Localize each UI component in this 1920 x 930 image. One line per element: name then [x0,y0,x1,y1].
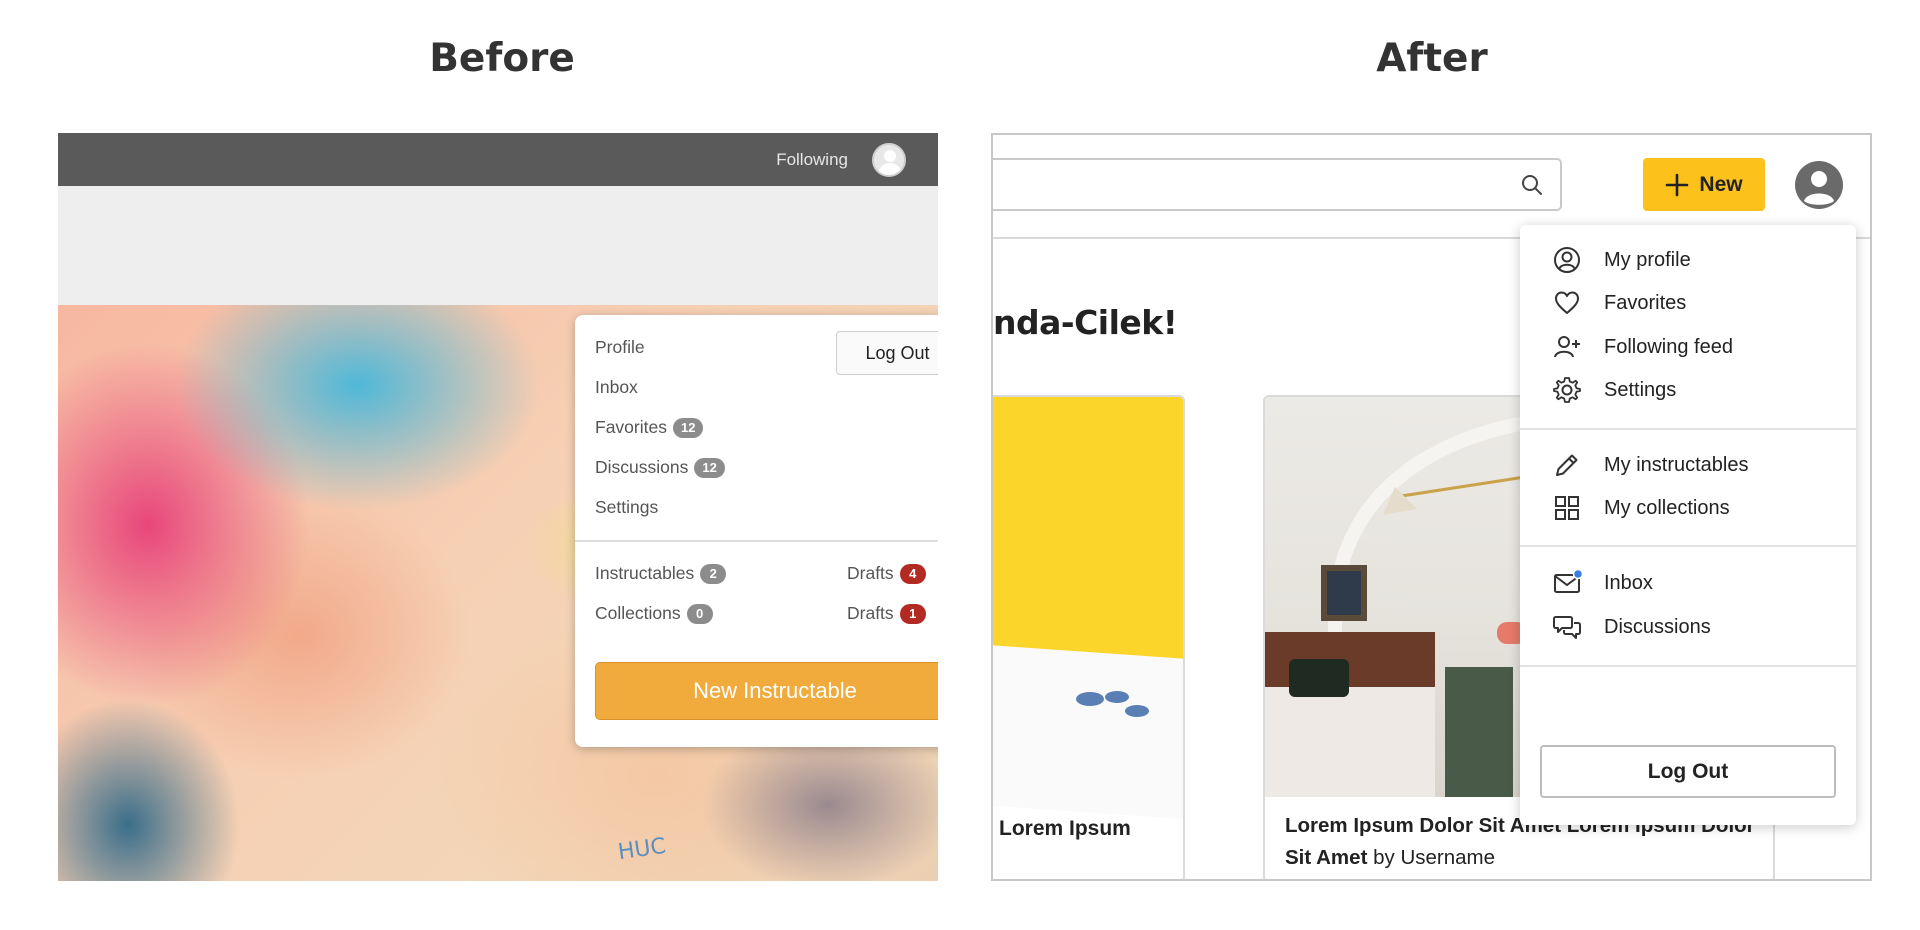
menu-item-inbox[interactable]: Inbox [595,377,638,398]
project-card-image [993,397,1183,821]
favorites-count-badge: 12 [672,417,704,438]
card-illustration [1076,691,1149,717]
menu-divider [1520,665,1856,667]
search-icon[interactable] [1520,173,1544,197]
before-banner [58,186,938,305]
project-card-title[interactable]: Lorem Ipsum [999,817,1131,841]
menu-item-discussions[interactable]: Discussions [1552,612,1711,642]
instructables-count-badge: 2 [700,563,727,584]
notification-dot-icon [1572,568,1582,580]
envelope-icon [1554,568,1582,593]
user-plus-icon [1554,336,1580,358]
search-input[interactable] [993,158,1562,211]
after-user-menu: My profile Favorites Following feed Sett… [1520,225,1856,825]
menu-item-my-instructables[interactable]: My instructables [1552,450,1749,480]
menu-item-following-feed[interactable]: Following feed [1552,332,1733,362]
avatar-button[interactable] [872,143,906,177]
menu-item-profile[interactable]: Profile [595,337,645,358]
gear-icon [1553,377,1581,403]
following-link[interactable]: Following [776,150,848,170]
menu-item-instructables[interactable]: Instructables 2 [595,563,727,584]
avatar-icon [884,150,896,162]
menu-item-my-profile[interactable]: My profile [1552,245,1691,275]
instructable-drafts-badge: 4 [899,563,926,584]
menu-divider [575,540,938,542]
before-user-menu: Profile Inbox Favorites 12 Discussions 1… [575,315,938,747]
plus-icon [1666,173,1689,196]
new-button[interactable]: New [1643,158,1765,211]
photo-label-text: HUC [616,833,668,866]
chat-bubbles-icon [1553,616,1581,639]
menu-item-my-collections[interactable]: My collections [1552,493,1730,523]
greeting-title: nda-Cilek! [993,303,1178,342]
menu-item-collections[interactable]: Collections 0 [595,603,713,624]
discussions-count-badge: 12 [694,457,725,478]
before-screenshot: Following HUC Profile Inbox Favorites 12… [58,133,938,881]
logout-button[interactable]: Log Out [836,331,938,375]
logout-button[interactable]: Log Out [1540,745,1836,798]
menu-item-discussions[interactable]: Discussions 12 [595,457,725,478]
menu-item-collection-drafts[interactable]: Drafts 1 [847,603,926,624]
after-header: New [993,135,1870,239]
author-link[interactable]: Username [1400,846,1495,869]
before-top-bar: Following [58,133,938,186]
before-heading: Before [429,36,575,81]
menu-divider [1520,545,1856,547]
after-screenshot: New nda-Cilek! Lorem Ipsum Lorem Ipsum D… [991,133,1872,881]
menu-item-inbox[interactable]: Inbox [1552,568,1653,598]
project-card[interactable]: Lorem Ipsum [993,395,1185,879]
pencil-icon [1556,454,1578,476]
menu-divider [1520,428,1856,430]
collections-count-badge: 0 [686,603,713,624]
user-circle-icon [1554,247,1580,273]
collection-drafts-badge: 1 [899,603,926,624]
menu-item-favorites[interactable]: Favorites 12 [595,417,704,438]
new-instructable-button[interactable]: New Instructable [595,662,938,720]
menu-item-settings[interactable]: Settings [595,497,658,518]
menu-item-instructable-drafts[interactable]: Drafts 4 [847,563,926,584]
menu-item-settings[interactable]: Settings [1552,375,1676,405]
menu-item-favorites[interactable]: Favorites [1552,288,1686,318]
avatar-button[interactable] [1794,160,1844,210]
after-heading: After [1376,36,1488,81]
heart-icon [1555,291,1579,314]
grid-icon [1555,496,1579,520]
